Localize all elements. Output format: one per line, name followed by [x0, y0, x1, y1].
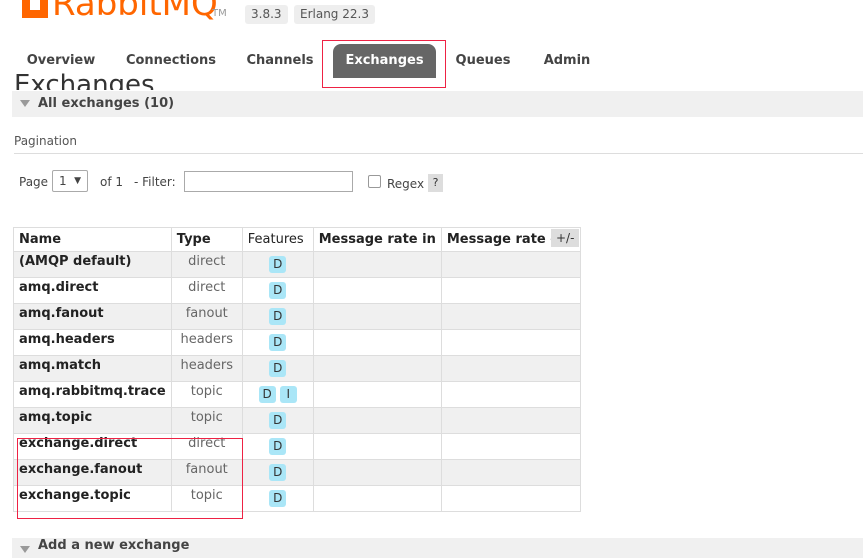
page-select-value: 1	[59, 174, 67, 188]
durable-badge: D	[269, 282, 287, 299]
rate-out	[440, 355, 581, 382]
exchange-features: D I	[241, 381, 314, 408]
rate-in	[312, 355, 442, 382]
rate-out	[440, 303, 581, 330]
pagination-label: Pagination	[14, 134, 77, 148]
pagination-divider	[14, 153, 863, 154]
table-row[interactable]: amq.match headers D	[13, 355, 581, 382]
exchange-name-link[interactable]: (AMQP default)	[13, 251, 172, 278]
column-header-name[interactable]: Name	[13, 227, 172, 252]
tab-queues[interactable]: Queues	[450, 44, 516, 78]
exchange-type: fanout	[170, 303, 243, 330]
regex-label: Regex	[387, 177, 425, 191]
toggle-columns-button[interactable]: +/-	[551, 229, 580, 247]
column-header-features[interactable]: Features	[241, 227, 314, 252]
annotation-box-rows	[17, 438, 243, 519]
durable-badge: D	[258, 386, 276, 403]
exchange-type: topic	[170, 381, 243, 408]
exchange-features: D	[241, 459, 314, 486]
rate-out	[440, 485, 581, 512]
exchange-features: D	[241, 433, 314, 460]
exchange-name-link[interactable]: amq.direct	[13, 277, 172, 304]
rate-in	[312, 485, 442, 512]
table-row[interactable]: amq.direct direct D	[13, 277, 581, 304]
table-row[interactable]: amq.headers headers D	[13, 329, 581, 356]
table-row[interactable]: amq.topic topic D	[13, 407, 581, 434]
annotation-box-tab	[322, 40, 446, 88]
page-count-label: of 1	[100, 175, 124, 189]
rate-out	[440, 329, 581, 356]
table-header-row: Name Type Features Message rate in Messa…	[13, 227, 581, 252]
exchange-features: D	[241, 277, 314, 304]
exchange-features: D	[241, 251, 314, 278]
filter-input[interactable]	[184, 171, 353, 192]
durable-badge: D	[269, 438, 287, 455]
exchange-type: headers	[170, 355, 243, 382]
logo-text: RabbitMQ	[52, 0, 218, 24]
exchange-type: direct	[170, 251, 243, 278]
rate-out	[440, 433, 581, 460]
all-exchanges-toggle[interactable]: All exchanges (10)	[12, 91, 863, 117]
internal-badge: I	[279, 386, 297, 403]
durable-badge: D	[269, 256, 287, 273]
column-header-rate-in[interactable]: Message rate in	[312, 227, 442, 252]
exchange-features: D	[241, 329, 314, 356]
durable-badge: D	[269, 490, 287, 507]
exchange-features: D	[241, 355, 314, 382]
rabbitmq-logo-icon	[22, 0, 48, 18]
rate-in	[312, 459, 442, 486]
exchange-type: topic	[170, 407, 243, 434]
rate-in	[312, 277, 442, 304]
rate-in	[312, 381, 442, 408]
rate-in	[312, 407, 442, 434]
tab-admin[interactable]: Admin	[536, 44, 598, 78]
table-row[interactable]: amq.rabbitmq.trace topic D I	[13, 381, 581, 408]
tab-channels[interactable]: Channels	[242, 44, 318, 78]
exchange-name-link[interactable]: amq.headers	[13, 329, 172, 356]
regex-help-button[interactable]: ?	[428, 174, 443, 192]
rate-out	[440, 381, 581, 408]
exchange-name-link[interactable]: amq.fanout	[13, 303, 172, 330]
durable-badge: D	[269, 334, 287, 351]
exchange-name-link[interactable]: amq.rabbitmq.trace	[13, 381, 172, 408]
exchange-features: D	[241, 303, 314, 330]
exchange-name-link[interactable]: amq.topic	[13, 407, 172, 434]
exchange-features: D	[241, 407, 314, 434]
table-row[interactable]: (AMQP default) direct D	[13, 251, 581, 278]
rate-in	[312, 329, 442, 356]
table-row[interactable]: amq.fanout fanout D	[13, 303, 581, 330]
exchange-name-link[interactable]: amq.match	[13, 355, 172, 382]
rate-out	[440, 459, 581, 486]
rate-in	[312, 433, 442, 460]
rate-out	[440, 251, 581, 278]
exchange-type: headers	[170, 329, 243, 356]
page-select[interactable]: 1 ▼	[52, 170, 88, 192]
rate-out	[440, 277, 581, 304]
exchange-type: direct	[170, 277, 243, 304]
filter-label: - Filter:	[134, 175, 176, 189]
collapse-triangle-icon	[20, 546, 30, 553]
page-label: Page	[19, 175, 49, 189]
durable-badge: D	[269, 412, 287, 429]
dropdown-arrow-icon: ▼	[74, 176, 81, 186]
rate-out	[440, 407, 581, 434]
logo-trademark: TM	[212, 8, 227, 19]
durable-badge: D	[269, 464, 287, 481]
version-badge: 3.8.3	[245, 5, 288, 24]
add-exchange-toggle[interactable]: Add a new exchange	[12, 538, 863, 558]
collapse-triangle-icon	[20, 100, 30, 107]
section-title: All exchanges (10)	[38, 96, 175, 111]
exchange-features: D	[241, 485, 314, 512]
regex-checkbox[interactable]	[368, 175, 381, 188]
column-header-type[interactable]: Type	[170, 227, 243, 252]
rate-in	[312, 251, 442, 278]
durable-badge: D	[269, 360, 287, 377]
erlang-version-badge: Erlang 22.3	[294, 5, 375, 24]
rate-in	[312, 303, 442, 330]
page-title: Exchanges	[14, 70, 155, 90]
durable-badge: D	[269, 308, 287, 325]
